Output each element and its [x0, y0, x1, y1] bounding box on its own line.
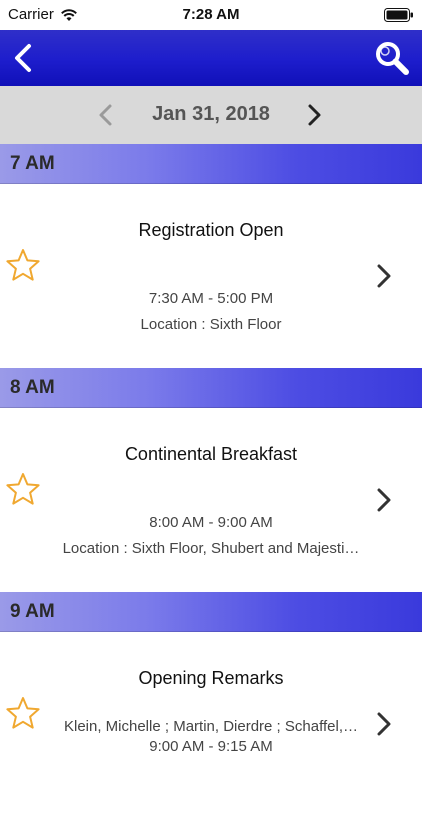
favorite-star-icon[interactable]: [6, 696, 40, 730]
chevron-right-icon: [308, 104, 321, 126]
next-date-button[interactable]: [304, 103, 324, 127]
battery-icon: [384, 8, 414, 26]
hour-header: 9 AM: [0, 592, 422, 632]
favorite-star-icon[interactable]: [6, 248, 40, 282]
session-speakers: Klein, Michelle ; Martin, Dierdre ; Scha…: [63, 718, 358, 735]
session-title: Registration Open: [138, 220, 284, 240]
hour-header: 8 AM: [0, 368, 422, 408]
session-time: 9:00 AM - 9:15 AM: [149, 738, 273, 755]
status-bar: Carrier 7:28 AM: [0, 0, 422, 30]
chevron-left-icon: [15, 44, 31, 72]
navigation-bar: [0, 30, 422, 86]
session-row[interactable]: Opening Remarks Klein, Michelle ; Martin…: [0, 632, 422, 816]
chevron-right-icon: [377, 712, 391, 736]
hour-label: 8 AM: [10, 377, 55, 398]
search-icon: [376, 42, 409, 75]
hour-label: 9 AM: [10, 601, 55, 622]
session-title: Opening Remarks: [138, 668, 284, 688]
date-selector: Jan 31, 2018: [0, 86, 422, 145]
favorite-star-icon[interactable]: [6, 472, 40, 506]
current-date: Jan 31, 2018: [152, 103, 270, 125]
session-time: 8:00 AM - 9:00 AM: [149, 514, 273, 531]
chevron-right-icon: [377, 264, 391, 288]
hour-header: 7 AM: [0, 144, 422, 184]
session-time: 7:30 AM - 5:00 PM: [148, 290, 274, 307]
chevron-right-icon: [377, 488, 391, 512]
session-row[interactable]: Continental Breakfast 8:00 AM - 9:00 AM …: [0, 408, 422, 592]
search-button[interactable]: [374, 40, 410, 76]
session-location: Location : Sixth Floor: [140, 316, 282, 333]
session-row[interactable]: Registration Open 7:30 AM - 5:00 PM Loca…: [0, 184, 422, 368]
session-location: Location : Sixth Floor, Shubert and Maje…: [62, 540, 360, 557]
session-title: Continental Breakfast: [124, 444, 298, 464]
back-button[interactable]: [10, 42, 38, 74]
hour-label: 7 AM: [10, 153, 55, 174]
status-time: 7:28 AM: [182, 6, 240, 23]
